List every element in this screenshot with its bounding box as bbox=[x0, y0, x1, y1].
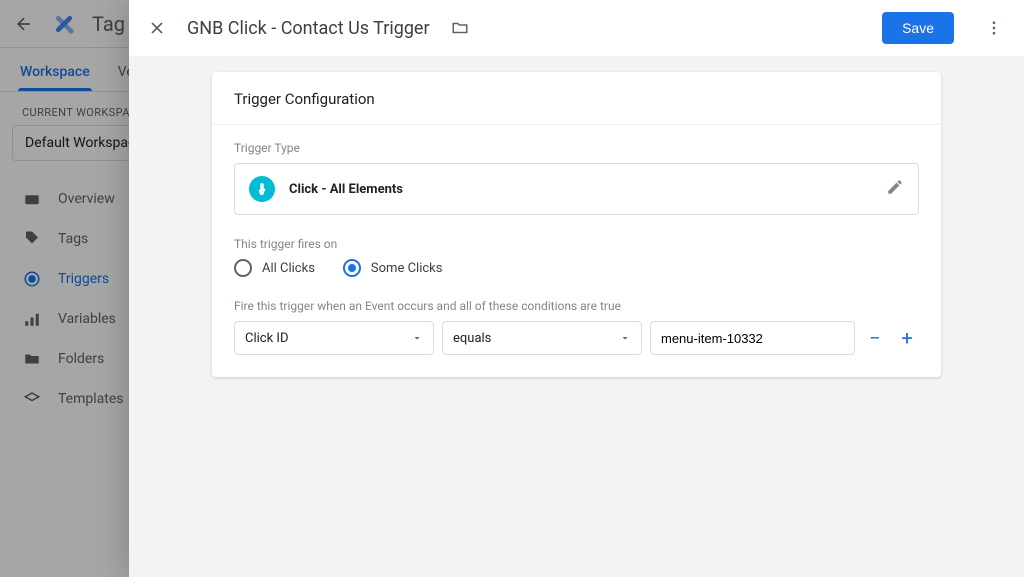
click-trigger-icon bbox=[249, 176, 275, 202]
condition-operator-value: equals bbox=[453, 331, 491, 346]
trigger-config-card: Trigger Configuration Trigger Type Click… bbox=[212, 72, 941, 377]
condition-value-input[interactable] bbox=[650, 321, 855, 355]
chevron-down-icon bbox=[619, 332, 631, 344]
trigger-type-value: Click - All Elements bbox=[289, 182, 872, 197]
radio-all-label: All Clicks bbox=[262, 261, 315, 276]
condition-row: Click ID equals − + bbox=[234, 321, 919, 355]
trigger-editor-modal: GNB Click - Contact Us Trigger Save Trig… bbox=[129, 0, 1024, 577]
radio-some-label: Some Clicks bbox=[371, 261, 443, 276]
edit-icon[interactable] bbox=[886, 178, 904, 200]
close-icon[interactable] bbox=[143, 14, 171, 42]
condition-label: Fire this trigger when an Event occurs a… bbox=[234, 299, 919, 313]
modal-body: Trigger Configuration Trigger Type Click… bbox=[129, 56, 1024, 577]
trigger-type-selector[interactable]: Click - All Elements bbox=[234, 163, 919, 215]
radio-some-clicks[interactable]: Some Clicks bbox=[343, 259, 443, 277]
chevron-down-icon bbox=[411, 332, 423, 344]
save-button[interactable]: Save bbox=[882, 12, 954, 44]
folder-icon[interactable] bbox=[450, 18, 470, 38]
radio-icon bbox=[343, 259, 361, 277]
modal-header: GNB Click - Contact Us Trigger Save bbox=[129, 0, 1024, 56]
more-icon[interactable] bbox=[978, 12, 1010, 44]
remove-condition-button[interactable]: − bbox=[863, 324, 887, 352]
radio-icon bbox=[234, 259, 252, 277]
add-condition-button[interactable]: + bbox=[895, 324, 919, 352]
condition-operator-select[interactable]: equals bbox=[442, 321, 642, 355]
trigger-type-label: Trigger Type bbox=[234, 141, 919, 155]
condition-variable-select[interactable]: Click ID bbox=[234, 321, 434, 355]
radio-all-clicks[interactable]: All Clicks bbox=[234, 259, 315, 277]
fires-on-radios: All Clicks Some Clicks bbox=[234, 259, 919, 277]
fires-on-label: This trigger fires on bbox=[234, 237, 919, 251]
card-title: Trigger Configuration bbox=[212, 90, 941, 125]
condition-variable-value: Click ID bbox=[245, 331, 288, 346]
modal-title: GNB Click - Contact Us Trigger bbox=[187, 18, 430, 39]
